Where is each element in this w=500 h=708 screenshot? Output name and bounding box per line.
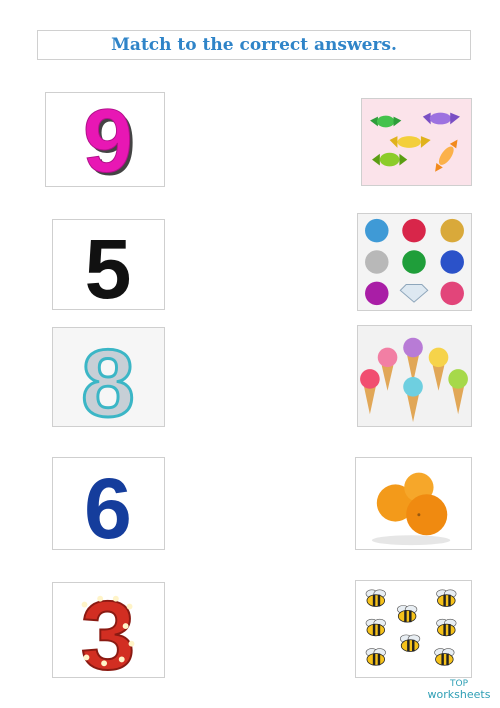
number-card-8[interactable]: 8 (52, 327, 165, 427)
number-card-5[interactable]: 5 (52, 219, 165, 310)
bees-picture[interactable] (355, 580, 472, 678)
svg-text:6: 6 (84, 461, 132, 549)
svg-text:9: 9 (83, 93, 133, 186)
title-text: Match to the correct answers. (111, 35, 397, 55)
bee-icon (365, 589, 457, 666)
brand-line2: worksheets (427, 688, 491, 701)
svg-text:8: 8 (81, 330, 134, 426)
svg-text:5: 5 (85, 222, 132, 309)
candies-picture[interactable] (361, 98, 472, 186)
number-card-9[interactable]: 9 9 (45, 92, 165, 187)
ice-cream-icon (360, 337, 468, 423)
candies-icon (370, 112, 460, 172)
oranges-picture[interactable] (355, 457, 472, 550)
number-6-icon: 6 (84, 461, 132, 549)
gems-picture[interactable] (357, 213, 472, 311)
orange-icon (371, 472, 451, 546)
number-9-icon: 9 9 (82, 93, 136, 186)
number-5-icon: 5 (85, 222, 132, 309)
number-8-icon: 8 (80, 329, 136, 426)
svg-text:3: 3 (81, 583, 135, 677)
ice-creams-picture[interactable] (357, 325, 472, 427)
number-card-6[interactable]: 6 (52, 457, 165, 550)
gems-icon (365, 218, 464, 306)
number-3-icon: 3 (80, 583, 136, 677)
topworksheets-logo[interactable]: TOP worksheets (422, 680, 496, 701)
number-card-3[interactable]: 3 (52, 582, 165, 678)
worksheet-title: Match to the correct answers. (37, 30, 471, 60)
